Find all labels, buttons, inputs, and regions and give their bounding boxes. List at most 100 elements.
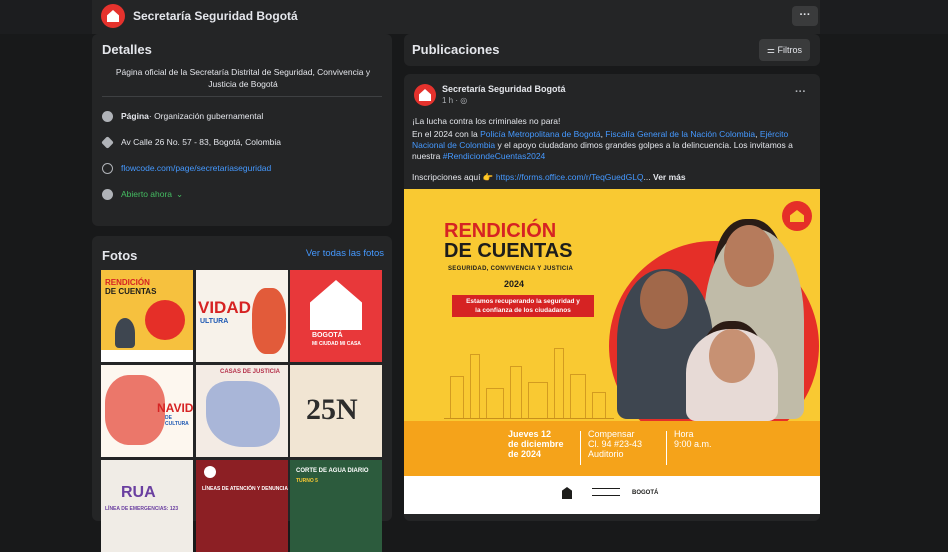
- thumb-graphic: [105, 375, 165, 445]
- thumb-text: VIDAD: [198, 298, 251, 317]
- ribbon-text: Estamos recuperando la seguridad y: [466, 298, 580, 305]
- photos-title: Fotos: [102, 248, 138, 263]
- thumb-text: RUA: [121, 484, 156, 501]
- institution-logo: [592, 488, 620, 496]
- post-text: Inscripciones aquí 👉: [412, 172, 496, 182]
- mention-link[interactable]: Fiscalía General de la Nación Colombia: [605, 129, 755, 139]
- date-text: Jueves 12: [508, 429, 552, 439]
- building-graphic: [554, 348, 564, 418]
- place-text: Cl. 94 #23-43: [588, 439, 643, 449]
- map-graphic: [206, 381, 280, 447]
- info-icon: [102, 110, 113, 122]
- details-title: Detalles: [102, 42, 152, 57]
- more-options-button[interactable]: ···: [792, 6, 818, 26]
- website-row[interactable]: flowcode.com/page/secretariaseguridad: [102, 160, 271, 176]
- thumb-text: DE CULTURA: [165, 415, 189, 427]
- time-text: 9:00 a.m.: [674, 439, 712, 449]
- left-margin: [0, 34, 92, 521]
- globe-icon: [102, 162, 113, 174]
- place-text: Compensar: [588, 429, 635, 439]
- ribbon-text: la confianza de los ciudadanos: [475, 307, 571, 314]
- building-graphic: [570, 374, 586, 418]
- photo-thumbnail[interactable]: CORTE DE AGUA DIARIO TURNO 5: [290, 460, 382, 552]
- post-timestamp[interactable]: 1 h · ◎: [442, 96, 467, 105]
- thumb-text: CASAS DE JUSTICIA: [220, 369, 281, 375]
- person-face-graphic: [709, 329, 755, 383]
- thumb-graphic: [115, 318, 135, 348]
- city-skyline-graphic: [444, 339, 614, 419]
- poster-ribbon: Estamos recuperando la seguridad y la co…: [452, 295, 594, 317]
- thumb-text: DE CUENTAS: [105, 287, 157, 296]
- divider: [666, 431, 667, 465]
- photos-card: Fotos Ver todas las fotos RENDICIÓN DE C…: [92, 236, 392, 552]
- chevron-down-icon[interactable]: ⌄: [176, 189, 183, 200]
- building-graphic: [486, 388, 504, 418]
- post-options-button[interactable]: ···: [795, 86, 806, 98]
- post-text-line: ¡La lucha contra los criminales no para!: [412, 116, 561, 126]
- details-card: Detalles Página oficial de la Secretaría…: [92, 34, 392, 226]
- post-text-paragraph: Inscripciones aquí 👉 https://forms.offic…: [412, 172, 812, 183]
- thumb-text: 25N: [306, 393, 358, 426]
- building-graphic: [510, 366, 522, 418]
- thumb-text: TURNO 5: [296, 478, 318, 484]
- person-face-graphic: [640, 271, 688, 329]
- building-graphic: [528, 382, 548, 418]
- publications-title: Publicaciones: [412, 42, 500, 57]
- photo-thumbnail[interactable]: BOGOTÁ MI CIUDAD MI CASA: [290, 270, 382, 362]
- poster-badge-icon: [782, 201, 812, 231]
- right-margin: [830, 34, 948, 521]
- hours-status[interactable]: Abierto ahora: [121, 189, 172, 199]
- photo-thumbnail[interactable]: 25N: [290, 365, 382, 457]
- post-card: Secretaría Seguridad Bogotá 1 h · ◎ ··· …: [404, 74, 820, 521]
- post-avatar[interactable]: [414, 84, 436, 106]
- bogota-logo: BOGOTÁ: [632, 490, 659, 496]
- poster-time: Hora 9:00 a.m.: [674, 429, 712, 449]
- date-text: de diciembre: [508, 439, 564, 449]
- hashtag-link[interactable]: #RendiciondeCuentas2024: [443, 151, 546, 161]
- building-graphic: [592, 392, 606, 418]
- publications-header: Publicaciones ⚌ Filtros: [404, 34, 820, 66]
- filters-button[interactable]: ⚌ Filtros: [758, 39, 810, 61]
- location-icon: [101, 135, 114, 149]
- mention-link[interactable]: Policía Metropolitana de Bogotá: [480, 129, 601, 139]
- photo-thumbnail[interactable]: NAVID DE CULTURA: [101, 365, 193, 457]
- thumb-text: ULTURA: [200, 318, 229, 325]
- person-face-graphic: [724, 225, 774, 287]
- time-text: Hora: [674, 429, 694, 439]
- photo-thumbnail[interactable]: CASAS DE JUSTICIA: [196, 365, 288, 457]
- forms-link[interactable]: https://forms.office.com/r/TeqGuedGLQ: [496, 172, 644, 182]
- photo-thumbnail[interactable]: RUA LÍNEA DE EMERGENCIAS: 123: [101, 460, 193, 552]
- post-image[interactable]: RENDICIÓN DE CUENTAS SEGURIDAD, CONVIVEN…: [404, 189, 820, 514]
- see-all-photos-link[interactable]: Ver todas las fotos: [306, 248, 384, 259]
- thumb-graphic: [101, 350, 193, 362]
- thumb-text: NAVID: [157, 401, 193, 415]
- see-more-link[interactable]: Ver más: [653, 172, 686, 182]
- thumb-graphic: [145, 300, 185, 340]
- category-row: Página · Organización gubernamental: [102, 108, 263, 124]
- photo-thumbnail[interactable]: VIDAD ULTURA: [196, 270, 288, 362]
- poster-title: DE CUENTAS: [444, 240, 573, 262]
- poster-date: Jueves 12 de diciembre de 2024: [508, 429, 564, 459]
- website-link[interactable]: flowcode.com/page/secretariaseguridad: [121, 163, 271, 173]
- page-name[interactable]: Secretaría Seguridad Bogotá: [133, 9, 298, 23]
- category-text: · Organización gubernamental: [148, 111, 264, 121]
- thumb-text: LÍNEA DE EMERGENCIAS: 123: [105, 506, 179, 512]
- photo-thumbnail[interactable]: RENDICIÓN DE CUENTAS: [101, 270, 193, 362]
- divider: [580, 431, 581, 465]
- thumb-graphic: [252, 288, 286, 354]
- divider: [102, 96, 382, 97]
- post-text: ,: [755, 129, 758, 139]
- photo-thumbnail[interactable]: LÍNEAS DE ATENCIÓN Y DENUNCIA: [196, 460, 288, 552]
- post-text: En el 2024 con la: [412, 129, 481, 139]
- date-text: de 2024: [508, 449, 542, 459]
- category-prefix: Página: [121, 111, 149, 121]
- hours-row[interactable]: Abierto ahora ⌄: [102, 186, 183, 202]
- page-logo-icon[interactable]: [101, 4, 125, 28]
- address-text: Av Calle 26 No. 57 - 83, Bogotá, Colombi…: [121, 137, 282, 147]
- post-text-paragraph: En el 2024 con la Policía Metropolitana …: [412, 129, 812, 162]
- place-text: Auditorio: [588, 449, 624, 459]
- thumb-text: CORTE DE AGUA DIARIO: [296, 468, 369, 474]
- building-graphic: [470, 354, 480, 418]
- poster-place: Compensar Cl. 94 #23-43 Auditorio: [588, 429, 642, 459]
- post-author[interactable]: Secretaría Seguridad Bogotá: [442, 84, 566, 94]
